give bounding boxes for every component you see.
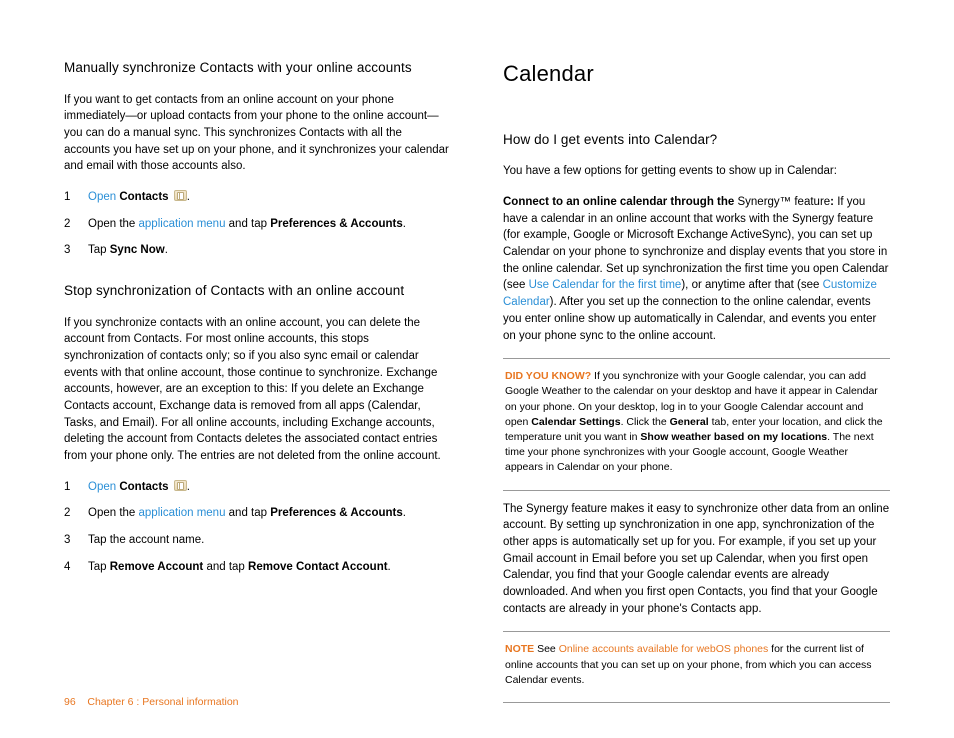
step: 3 Tap the account name. <box>64 532 451 549</box>
page-title: Calendar <box>503 58 890 90</box>
paragraph: You have a few options for getting event… <box>503 163 890 180</box>
section-heading-sync: Manually synchronize Contacts with your … <box>64 58 451 78</box>
step: 2 Open the application menu and tap Pref… <box>64 505 451 522</box>
did-you-know-callout: DID YOU KNOW? If you synchronize with yo… <box>503 369 890 476</box>
app-menu-link[interactable]: application menu <box>139 507 226 519</box>
divider <box>503 702 890 703</box>
divider <box>503 631 890 632</box>
section-heading-stop: Stop synchronization of Contacts with an… <box>64 281 451 301</box>
open-link[interactable]: Open <box>88 191 116 203</box>
open-link[interactable]: Open <box>88 481 116 493</box>
note-callout: NOTE See Online accounts available for w… <box>503 642 890 688</box>
paragraph: If you synchronize contacts with an onli… <box>64 315 451 465</box>
online-accounts-link[interactable]: Online accounts available for webOS phon… <box>559 643 769 655</box>
divider <box>503 490 890 491</box>
page-number: 96 <box>64 696 76 708</box>
contacts-icon <box>174 190 187 201</box>
paragraph: If you want to get contacts from an onli… <box>64 92 451 175</box>
right-column: Calendar How do I get events into Calend… <box>503 58 890 713</box>
use-calendar-link[interactable]: Use Calendar for the first time <box>529 279 682 291</box>
paragraph: Connect to an online calendar through th… <box>503 194 890 344</box>
step: 3 Tap Sync Now. <box>64 242 451 259</box>
contacts-icon <box>174 480 187 491</box>
section-heading-events: How do I get events into Calendar? <box>503 130 890 150</box>
page-footer: 96 Chapter 6 : Personal information <box>64 695 239 710</box>
step: 1 Open Contacts . <box>64 189 451 206</box>
step: 1 Open Contacts . <box>64 479 451 496</box>
step: 4 Tap Remove Account and tap Remove Cont… <box>64 559 451 576</box>
steps-sync: 1 Open Contacts . 2 Open the application… <box>64 189 451 259</box>
divider <box>503 358 890 359</box>
chapter-label: Chapter 6 : Personal information <box>87 696 238 708</box>
paragraph: The Synergy feature makes it easy to syn… <box>503 501 890 618</box>
steps-stop: 1 Open Contacts . 2 Open the application… <box>64 479 451 576</box>
left-column: Manually synchronize Contacts with your … <box>64 58 451 713</box>
step: 2 Open the application menu and tap Pref… <box>64 216 451 233</box>
app-menu-link[interactable]: application menu <box>139 218 226 230</box>
